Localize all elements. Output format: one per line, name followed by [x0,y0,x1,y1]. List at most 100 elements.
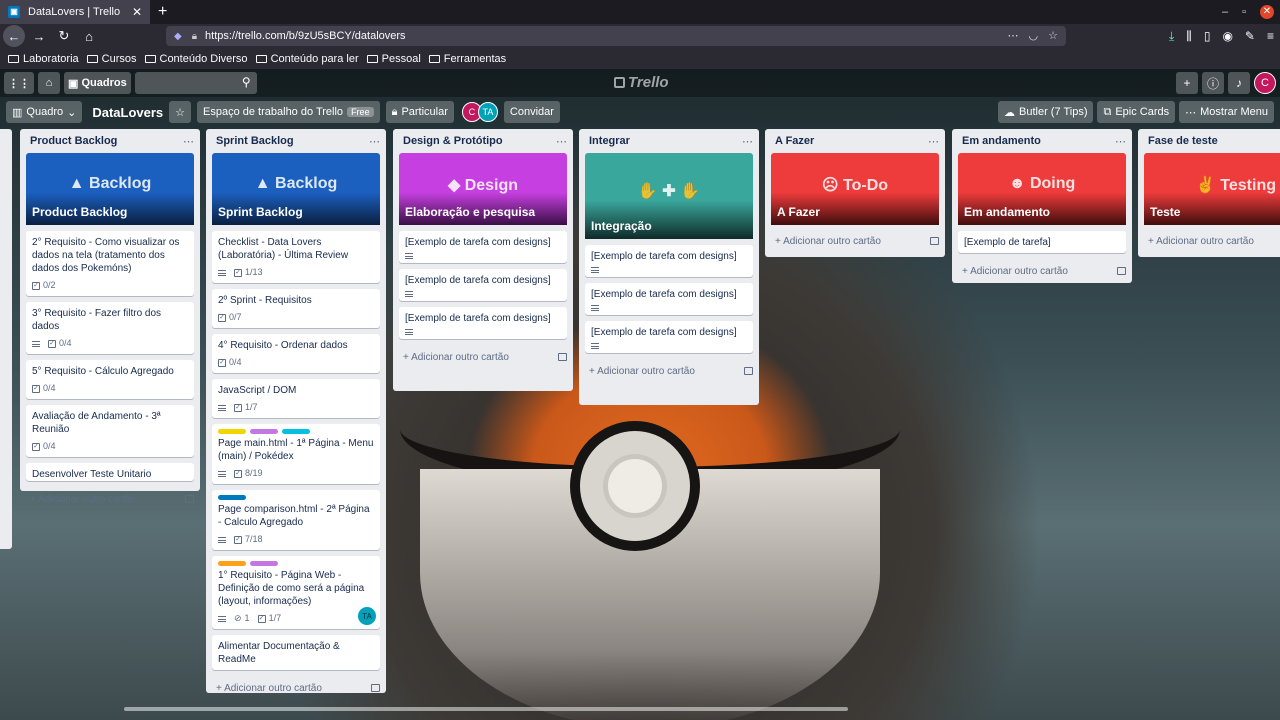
card-template-icon[interactable] [371,684,380,692]
bookmark-folder[interactable]: Pessoal [366,53,421,65]
cover-card[interactable]: ▲ Backlog Product Backlog [26,153,194,225]
trello-logo[interactable]: Trello [614,74,669,91]
list-menu-icon[interactable]: ⋯ [928,135,939,148]
list-menu-icon[interactable]: ⋯ [556,135,567,148]
card[interactable]: Page comparison.html - 2ª Página - Calcu… [212,490,380,550]
extension-icon[interactable]: ✎ [1245,29,1255,43]
list-header[interactable]: Fase de teste [1144,129,1280,153]
card-template-icon[interactable] [744,367,753,375]
forward-icon[interactable]: → [28,25,50,47]
maximize-icon[interactable]: ▫ [1242,6,1246,18]
card[interactable]: 5° Requisito - Cálculo Agregado ✓ 0/4 [26,360,194,399]
close-tab-icon[interactable]: ✕ [132,5,142,19]
cover-card[interactable]: ✌ Testing Teste [1144,153,1280,225]
create-plus-icon[interactable]: + [1176,72,1198,94]
url-bar[interactable]: ◆ 🔒︎ https://trello.com/b/9zU5sBCY/datal… [166,26,1066,46]
card[interactable]: 2º Sprint - Requisitos ✓ 0/7 [212,289,380,328]
board-search-input[interactable]: ⚲ [134,72,257,94]
home-board-icon[interactable]: ⌂ [38,72,60,94]
add-card-button[interactable]: + Adicionar outro cartão [585,359,753,383]
add-card-button[interactable]: + Adicionar outro cartão [1144,229,1280,253]
user-avatar[interactable]: C [1254,72,1276,94]
card-template-icon[interactable] [1117,267,1126,275]
bookmark-folder[interactable]: Conteúdo Diverso [144,53,248,65]
card[interactable]: 1° Requisito - Página Web - Definição de… [212,556,380,629]
add-card-button[interactable]: + Adicionar outro cartão [399,345,567,369]
label-blue[interactable] [218,495,246,500]
library-icon[interactable]: ⫼ [1186,29,1192,44]
label-sky[interactable] [282,429,310,434]
list-menu-icon[interactable]: ⋯ [369,135,380,148]
back-icon[interactable]: ← [3,25,25,47]
home-icon[interactable]: ⌂ [78,25,100,47]
add-card-button[interactable]: + Adicionar outro cartão [958,259,1126,283]
card[interactable]: [Exemplo de tarefa com designs] [399,231,567,263]
epic-cards-button[interactable]: ⧉ Epic Cards [1097,101,1176,123]
card[interactable]: [Exemplo de tarefa com designs] [399,269,567,301]
label-purple[interactable] [250,429,278,434]
list-header[interactable]: Integrar ⋯ [585,129,753,153]
reload-icon[interactable]: ↻ [53,25,75,47]
star-board-button[interactable]: ☆ [169,101,192,123]
boards-button[interactable]: ▣ Quadros [64,72,131,94]
new-tab-button[interactable]: + [158,3,167,21]
scrollbar-thumb[interactable] [124,707,848,711]
visibility-button[interactable]: 🔒︎ Particular [385,101,454,123]
card[interactable]: Alimentar Documentação & ReadMe [212,635,380,670]
sidebar-icon[interactable]: ▯ [1204,29,1211,43]
list-header[interactable]: A Fazer ⋯ [771,129,939,153]
card[interactable]: Avaliação de Andamento - 3ª Reunião ✓ 0/4 [26,405,194,457]
bookmark-folder[interactable]: Conteúdo para ler [255,53,359,65]
list-header[interactable]: Product Backlog ⋯ [26,129,194,153]
browser-tab[interactable]: ▣ DataLovers | Trello ✕ [0,0,150,24]
bookmark-folder[interactable]: Cursos [86,53,137,65]
label-orange[interactable] [218,561,246,566]
card[interactable]: Page main.html - 1ª Página - Menu (main)… [212,424,380,484]
list-menu-icon[interactable]: ⋯ [742,135,753,148]
invite-button[interactable]: Convidar [503,101,560,123]
pocket-icon[interactable]: ◡ [1029,29,1039,42]
list-header[interactable]: Design & Protótipo ⋯ [399,129,567,153]
minimize-icon[interactable]: – [1222,6,1228,18]
card[interactable]: [Exemplo de tarefa com designs] [585,283,753,315]
add-card-button[interactable]: + Adicionar outro cartão [212,676,380,700]
card[interactable]: 4° Requisito - Ordenar dados ✓ 0/4 [212,334,380,373]
menu-icon[interactable]: ≡ [1267,29,1274,43]
label-yellow[interactable] [218,429,246,434]
download-icon[interactable]: ⤓ [1169,29,1174,44]
card[interactable]: 3° Requisito - Fazer filtro dos dados ✓ 0/… [26,302,194,354]
cover-card[interactable]: ✋ ✚ ✋ Integração [585,153,753,239]
bookmark-folder[interactable]: Laboratoria [8,53,79,65]
bookmark-folder[interactable]: Ferramentas [428,53,506,65]
url-text[interactable]: https://trello.com/b/9zU5sBCY/datalovers [205,30,406,42]
cover-card[interactable]: ☻ Doing Em andamento [958,153,1126,225]
card-template-icon[interactable] [930,237,939,245]
card-template-icon[interactable] [558,353,567,361]
workspace-button[interactable]: Espaço de trabalho do Trello Free [197,101,380,123]
board-horizontal-scrollbar[interactable] [0,705,1280,713]
label-purple[interactable] [250,561,278,566]
card[interactable]: [Exemplo de tarefa com designs] [399,307,567,339]
card[interactable]: 2° Requisito - Como visualizar os dados … [26,231,194,296]
card-template-icon[interactable] [185,495,194,503]
card[interactable]: [Exemplo de tarefa com designs] [585,245,753,277]
board-view-switcher[interactable]: ▥ Quadro ⌄ [6,101,83,123]
cover-card[interactable]: ◆ Design Elaboração e pesquisa [399,153,567,225]
card[interactable]: Desenvolver Teste Unitario [26,463,194,481]
lock-icon[interactable]: 🔒︎ [192,31,197,42]
tracking-shield-icon[interactable]: ◆ [174,31,182,42]
card[interactable]: JavaScript / DOM ✓ 1/7 [212,379,380,418]
list-header[interactable]: Sprint Backlog ⋯ [212,129,380,153]
page-actions-icon[interactable]: ⋯ [1008,29,1019,42]
notifications-bell-icon[interactable]: ♪ [1228,72,1250,94]
card[interactable]: [Exemplo de tarefa com designs] [585,321,753,353]
list-header[interactable]: Em andamento ⋯ [958,129,1126,153]
butler-button[interactable]: ☁ Butler (7 Tips) [998,101,1094,123]
close-window-icon[interactable]: ✕ [1260,5,1274,19]
apps-grid-icon[interactable]: ⋮⋮ [4,72,34,94]
bookmark-star-icon[interactable]: ☆ [1048,29,1058,42]
list-menu-icon[interactable]: ⋯ [1115,135,1126,148]
add-card-button[interactable]: + Adicionar outro cartão [771,229,939,253]
info-icon[interactable]: ⓘ [1202,72,1224,94]
card[interactable]: [Exemplo de tarefa] [958,231,1126,253]
